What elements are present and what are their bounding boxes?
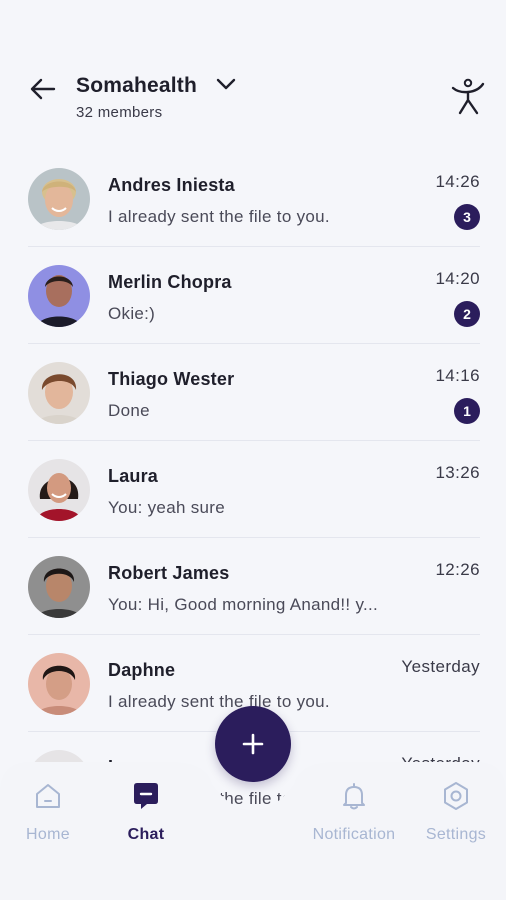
chat-item[interactable]: Laura You: yeah sure 13:26: [28, 441, 480, 538]
unread-badge: 2: [454, 301, 480, 327]
message-preview: You: Hi, Good morning Anand!! y...: [108, 595, 379, 614]
contact-name: Robert James: [108, 563, 230, 583]
contact-name: Thiago Wester: [108, 369, 235, 389]
contact-name: Andres Iniesta: [108, 175, 235, 195]
contact-name: Daphne: [108, 660, 176, 680]
message-time: 13:26: [435, 463, 480, 482]
avatar: [28, 168, 90, 230]
nav-chat[interactable]: Chat: [91, 776, 201, 844]
home-icon: [36, 784, 60, 808]
message-time: Yesterday: [401, 657, 480, 676]
unread-badge: 3: [454, 204, 480, 230]
nav-home-label: Home: [26, 826, 70, 843]
back-button[interactable]: [28, 74, 58, 104]
nav-notification-label: Notification: [312, 826, 396, 843]
header: Somahealth 32 members: [0, 0, 506, 140]
avatar: [28, 265, 90, 327]
message-preview: You: yeah sure: [108, 498, 225, 517]
message-preview: Okie:): [108, 304, 156, 323]
somahealth-logo-icon: [450, 76, 486, 116]
group-dropdown-button[interactable]: [215, 73, 237, 95]
message-preview: Done: [108, 401, 150, 420]
plus-icon: [242, 733, 264, 755]
chat-icon: [134, 783, 158, 809]
bell-icon: [343, 783, 365, 810]
avatar: [28, 362, 90, 424]
message-preview: I already sent the file to you.: [108, 692, 330, 711]
nav-settings-label: Settings: [425, 826, 487, 843]
new-chat-button[interactable]: [215, 706, 291, 782]
contact-name: Merlin Chopra: [108, 272, 232, 292]
member-count: 32 members: [76, 104, 163, 121]
chat-item[interactable]: Andres Iniesta I already sent the file t…: [28, 150, 480, 247]
chat-item[interactable]: Thiago Wester Done 14:16 1: [28, 344, 480, 441]
nav-chat-label: Chat: [127, 826, 165, 843]
arrow-left-icon: [30, 78, 56, 100]
avatar: [28, 556, 90, 618]
avatar: [28, 653, 90, 715]
nav-home[interactable]: Home: [0, 776, 103, 844]
message-time: 14:20: [435, 269, 480, 288]
chat-item[interactable]: Merlin Chopra Okie:) 14:20 2: [28, 247, 480, 344]
unread-badge: 1: [454, 398, 480, 424]
nav-settings[interactable]: Settings: [401, 776, 506, 844]
chat-item[interactable]: Robert James You: Hi, Good morning Anand…: [28, 538, 480, 635]
chevron-down-icon: [217, 78, 236, 90]
message-preview: I already sent the file to you.: [108, 207, 330, 226]
message-time: 14:16: [435, 366, 480, 385]
avatar: [28, 459, 90, 521]
bottom-navigation: Home Chat Notification Settings: [0, 762, 506, 900]
message-time: 14:26: [435, 172, 480, 191]
settings-icon: [444, 782, 468, 810]
group-title-block: Somahealth 32 members: [76, 74, 237, 121]
nav-notification[interactable]: Notification: [292, 776, 416, 844]
contact-name: Laura: [108, 466, 159, 486]
group-title: Somahealth: [76, 74, 198, 97]
message-time: 12:26: [435, 560, 480, 579]
